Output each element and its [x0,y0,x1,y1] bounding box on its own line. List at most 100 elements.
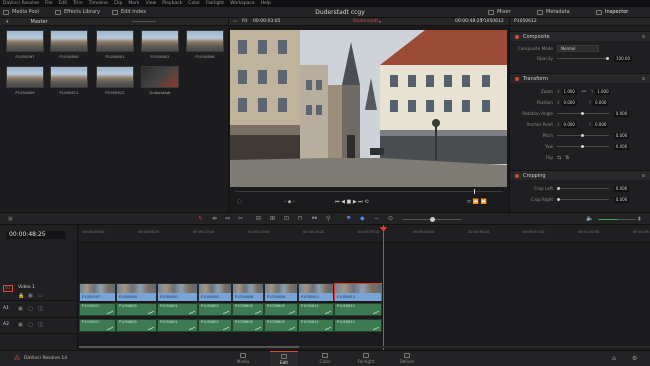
flip-horizontal-icon[interactable]: ⇆ [557,155,561,161]
scrollbar-thumb[interactable] [79,346,299,348]
selection-tool-icon[interactable]: ↖ [198,215,203,222]
crop-right-value[interactable]: 0.000 [614,196,629,203]
menu-item[interactable]: Workspace [230,1,255,6]
video-clip[interactable]: P1050612 [334,283,382,301]
yaw-slider[interactable] [557,145,609,148]
audio-clip[interactable]: P1050597 [79,319,116,332]
crop-left-value[interactable]: 0.000 [614,185,629,192]
audio-clip[interactable]: P1050597 [79,303,116,316]
audio-clip[interactable]: P1050611 [298,303,334,316]
transform-enable-icon[interactable] [515,76,519,81]
edit-index-button[interactable]: Edit Index [112,9,146,15]
track-id[interactable]: A2 [3,322,9,327]
blade-tool-icon[interactable]: ✂ [238,215,243,222]
media-pool-button[interactable]: Media Pool [3,9,39,15]
rotation-value[interactable]: 0.000 [614,110,629,117]
composite-enable-icon[interactable] [515,34,519,39]
menu-item[interactable]: Edit [58,1,67,6]
yaw-value[interactable]: 0.000 [614,143,629,150]
video-clip[interactable]: P1050600 [116,283,157,301]
zoom-x-value[interactable]: 1.000 [561,88,577,95]
viewer-mode-icon[interactable]: ▭ [233,19,237,24]
anchor-y-value[interactable]: 0.000 [593,121,609,128]
menu-item[interactable]: Timeline [89,1,108,6]
slider-knob[interactable] [581,134,584,137]
dynamic-trim-icon[interactable]: ⇔ [225,215,230,222]
clip-thumbnail[interactable]: P1050601 [96,30,134,59]
page-tab-color[interactable]: Color [311,351,339,366]
position-y-value[interactable]: 0.000 [593,99,609,106]
zoom-fit-icon[interactable]: ⊙ [388,215,393,222]
scrubber-playhead[interactable] [474,189,475,194]
layout-icon[interactable]: ▦ [8,216,13,222]
opacity-slider[interactable] [557,57,609,60]
trim-tool-icon[interactable]: ⇹ [212,215,217,222]
menu-item[interactable]: Clip [114,1,123,6]
audio-clip[interactable]: P1050601 [157,319,198,332]
slider-knob[interactable] [606,57,609,60]
audio-clip[interactable]: P1050600 [116,303,157,316]
timeline-timecode[interactable]: 00:00:48:25 [6,231,66,239]
home-icon[interactable]: ⌂ [612,355,616,362]
video-clip[interactable]: P1050601 [157,283,198,301]
audio-clip[interactable]: P1050612 [334,319,382,332]
audio-clip[interactable]: P1050611 [298,319,334,332]
page-tab-media[interactable]: Media [229,351,257,366]
cropping-section[interactable]: Cropping [510,170,650,180]
slider-knob[interactable] [557,187,560,190]
slider-knob[interactable] [557,198,560,201]
menu-item[interactable]: Trim [73,1,83,6]
audio-clip[interactable]: P1050601 [157,303,198,316]
menu-item[interactable]: Playback [162,1,182,6]
menu-item[interactable]: Fairlight [206,1,224,6]
audio-clip[interactable]: P1050606 [232,303,264,316]
track-name[interactable]: Video 1 [18,285,35,290]
clip-thumbnail[interactable]: P1050606 [186,30,224,59]
zoom-fit[interactable]: Fit [242,19,247,24]
linked-selection-icon[interactable]: ⚯ [312,215,317,222]
lock-icon[interactable]: 🔒 [18,293,24,299]
rotation-slider[interactable] [557,112,609,115]
audio-clip[interactable]: P1050602 [198,303,232,316]
video-clip[interactable]: P1050606 [232,283,264,301]
opacity-value[interactable]: 100.00 [614,55,632,62]
timeline-selector[interactable]: Duderstadt [353,19,378,24]
video-clip[interactable]: P1050609 [264,283,298,301]
pitch-slider[interactable] [557,134,609,137]
clip-thumbnail[interactable]: P1050600 [50,30,88,59]
transport-controls[interactable]: ‹ ◆ › [284,199,295,205]
slider-knob[interactable] [581,112,584,115]
audio-clip[interactable]: P1050609 [264,303,298,316]
mixer-button[interactable]: Mixer [488,9,511,15]
overwrite-clip-icon[interactable]: ⊞ [270,215,275,222]
clip-thumbnail[interactable]: P1050602 [141,30,179,59]
audio-clip[interactable]: P1050602 [198,319,232,332]
solo-icon[interactable]: ▢ [28,306,33,312]
replace-clip-icon[interactable]: ⊡ [284,215,289,222]
position-x-value[interactable]: 0.000 [561,99,577,106]
zoom-y-value[interactable]: 1.000 [595,88,611,95]
video-clip[interactable]: P1050597 [79,283,116,301]
crop-left-slider[interactable] [557,187,609,190]
composite-section[interactable]: Composite [510,31,650,41]
thumbnail-size-slider[interactable] [131,21,156,22]
clip-thumbnail[interactable]: P1050612 [96,66,134,95]
zoom-out-icon[interactable]: − [374,215,379,222]
solo-icon[interactable]: ▢ [28,322,33,328]
speaker-icon[interactable]: 🔈 [586,215,593,222]
disable-video-icon[interactable]: ▭ [38,293,43,299]
track-id[interactable]: A1 [3,306,9,311]
viewer-right-controls[interactable]: ⬭ ⏪ ⏩ [467,199,487,205]
flip-vertical-icon[interactable]: ⇅ [565,155,569,161]
page-tab-fairlight[interactable]: Fairlight [352,351,380,366]
snapping-icon[interactable]: ⊓ [298,215,303,222]
page-tab-deliver[interactable]: Deliver [393,351,421,366]
menu-item[interactable]: Color [188,1,200,6]
timeline-scrollbar[interactable] [79,346,650,348]
effects-library-button[interactable]: Effects Library [55,9,100,15]
bin-list-toggle-icon[interactable]: ▾ [6,19,9,25]
pitch-value[interactable]: 0.000 [614,132,629,139]
crop-right-slider[interactable] [557,198,609,201]
mute-icon[interactable]: ◫ [38,306,43,312]
reset-icon[interactable] [642,174,645,177]
